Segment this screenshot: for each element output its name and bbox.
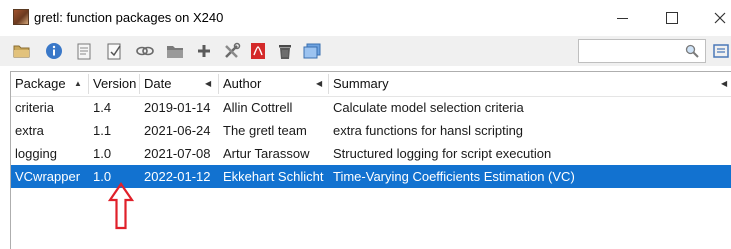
column-header-version[interactable]: Version <box>89 72 140 96</box>
column-header-author-label: Author <box>223 76 262 91</box>
cell-version: 1.4 <box>93 100 112 115</box>
table-row[interactable]: criteria 1.4 2019-01-14 Allin Cottrell C… <box>11 96 731 119</box>
annotation-arrow-icon <box>108 182 134 230</box>
table-row[interactable]: logging 1.0 2021-07-08 Artur Tarassow St… <box>11 142 731 165</box>
cell-author: Artur Tarassow <box>223 146 310 161</box>
cell-summary: Structured logging for script execution <box>333 146 552 161</box>
close-button[interactable] <box>698 4 731 32</box>
cell-package: extra <box>15 123 44 138</box>
cell-summary: Calculate model selection criteria <box>333 100 524 115</box>
column-header-version-label: Version <box>93 76 137 91</box>
folder-button[interactable] <box>165 41 185 61</box>
view-code-button[interactable] <box>74 41 94 61</box>
pdf-icon <box>251 43 265 59</box>
minimize-button[interactable] <box>600 4 644 32</box>
cell-package: VCwrapper <box>15 169 81 184</box>
link-icon <box>136 46 154 56</box>
window-icon <box>303 43 321 59</box>
maximize-button[interactable] <box>650 4 694 32</box>
cell-author: Ekkehart Schlicht <box>223 169 324 184</box>
table-row[interactable]: extra 1.1 2021-06-24 The gretl team extr… <box>11 119 731 142</box>
info-icon <box>46 43 62 59</box>
tools-button[interactable] <box>222 41 242 61</box>
cell-package: criteria <box>15 100 55 115</box>
open-folder-button[interactable] <box>12 41 32 61</box>
cell-date: 2019-01-14 <box>144 100 211 115</box>
window-title: gretl: function packages on X240 <box>34 10 224 25</box>
view-code-icon <box>77 43 91 59</box>
toolbar <box>0 36 731 66</box>
gretl-app-icon <box>13 9 29 25</box>
search-icon[interactable] <box>685 44 699 58</box>
cell-date: 2021-07-08 <box>144 146 211 161</box>
column-header-summary-label: Summary <box>333 76 389 91</box>
edit-package-button[interactable] <box>105 41 125 61</box>
cell-author: The gretl team <box>223 123 307 138</box>
folder-icon <box>167 45 183 58</box>
column-header-author[interactable]: Author <box>219 72 329 96</box>
column-header-date-label: Date <box>144 76 172 91</box>
column-menu-icon: ◀ <box>721 79 728 88</box>
close-icon <box>714 12 726 24</box>
cell-author: Allin Cottrell <box>223 100 293 115</box>
info-button[interactable] <box>44 41 64 61</box>
cell-date: 2022-01-12 <box>144 169 211 184</box>
add-button[interactable] <box>194 41 214 61</box>
cell-summary: extra functions for hansl scripting <box>333 123 524 138</box>
sort-ascending-icon: ▲ <box>74 79 82 88</box>
title-bar: gretl: function packages on X240 <box>0 0 731 36</box>
delete-button[interactable] <box>275 41 295 61</box>
link-button[interactable] <box>135 41 155 61</box>
column-header-package-label: Package <box>15 76 66 91</box>
add-icon <box>198 45 210 57</box>
window-button[interactable] <box>302 41 322 61</box>
minimize-icon <box>616 17 628 19</box>
column-header-summary[interactable]: Summary <box>329 72 731 96</box>
cell-version: 1.0 <box>93 146 112 161</box>
pdf-button[interactable] <box>248 41 268 61</box>
cell-package: logging <box>15 146 57 161</box>
cell-version: 1.1 <box>93 123 112 138</box>
tools-icon <box>225 42 241 58</box>
delete-icon <box>279 44 291 59</box>
clipboard-icon[interactable] <box>712 44 731 58</box>
open-folder-icon <box>13 45 30 58</box>
cell-date: 2021-06-24 <box>144 123 211 138</box>
column-menu-icon: ◀ <box>205 79 212 88</box>
edit-package-icon <box>107 43 121 59</box>
cell-summary: Time-Varying Coefficients Estimation (VC… <box>333 169 575 184</box>
maximize-icon <box>666 12 678 24</box>
column-header-row: Package ▲ Version Date ◀ Author ◀ Summar… <box>11 72 731 97</box>
column-menu-icon: ◀ <box>316 79 323 88</box>
search-input[interactable] <box>578 39 706 63</box>
